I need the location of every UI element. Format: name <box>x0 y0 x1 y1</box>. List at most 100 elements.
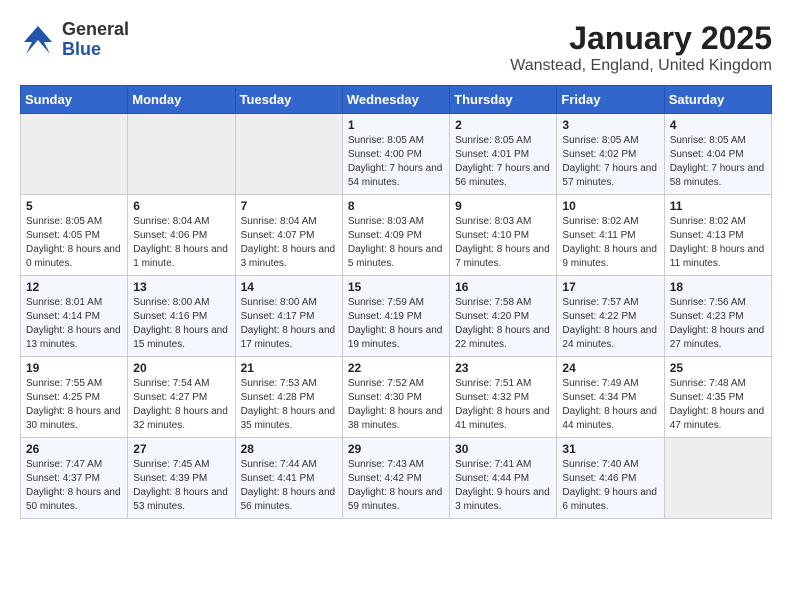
day-number: 23 <box>455 361 551 375</box>
day-number: 27 <box>133 442 229 456</box>
day-info: Sunrise: 8:05 AMSunset: 4:00 PMDaylight:… <box>348 135 443 188</box>
day-number: 3 <box>562 118 658 132</box>
day-cell: 16 Sunrise: 7:58 AMSunset: 4:20 PMDayligh… <box>450 276 557 357</box>
calendar-subtitle: Wanstead, England, United Kingdom <box>510 57 772 75</box>
week-row-4: 19 Sunrise: 7:55 AMSunset: 4:25 PMDayligh… <box>21 357 772 438</box>
week-row-2: 5 Sunrise: 8:05 AMSunset: 4:05 PMDaylight… <box>21 195 772 276</box>
day-info: Sunrise: 8:02 AMSunset: 4:11 PMDaylight:… <box>562 216 657 269</box>
logo: General Blue <box>20 20 129 60</box>
day-number: 14 <box>241 280 337 294</box>
col-header-thursday: Thursday <box>450 86 557 114</box>
day-number: 4 <box>670 118 766 132</box>
day-cell: 15 Sunrise: 7:59 AMSunset: 4:19 PMDayligh… <box>342 276 449 357</box>
day-info: Sunrise: 8:03 AMSunset: 4:10 PMDaylight:… <box>455 216 550 269</box>
day-info: Sunrise: 7:59 AMSunset: 4:19 PMDaylight:… <box>348 297 443 350</box>
day-info: Sunrise: 7:54 AMSunset: 4:27 PMDaylight:… <box>133 378 228 431</box>
col-header-monday: Monday <box>128 86 235 114</box>
day-cell <box>664 438 771 519</box>
day-info: Sunrise: 8:05 AMSunset: 4:02 PMDaylight:… <box>562 135 657 188</box>
day-cell: 11Sunrise: 8:02 AMSunset: 4:13 PMDayligh… <box>664 195 771 276</box>
day-number: 5 <box>26 199 122 213</box>
day-cell: 17 Sunrise: 7:57 AMSunset: 4:22 PMDayligh… <box>557 276 664 357</box>
day-info: Sunrise: 7:57 AMSunset: 4:22 PMDaylight:… <box>562 297 657 350</box>
day-cell: 9 Sunrise: 8:03 AMSunset: 4:10 PMDaylight… <box>450 195 557 276</box>
day-cell: 13 Sunrise: 8:00 AMSunset: 4:16 PMDayligh… <box>128 276 235 357</box>
day-cell: 28Sunrise: 7:44 AMSunset: 4:41 PMDayligh… <box>235 438 342 519</box>
day-number: 9 <box>455 199 551 213</box>
week-row-3: 12 Sunrise: 8:01 AMSunset: 4:14 PMDayligh… <box>21 276 772 357</box>
day-number: 6 <box>133 199 229 213</box>
day-number: 24 <box>562 361 658 375</box>
col-header-tuesday: Tuesday <box>235 86 342 114</box>
day-number: 29 <box>348 442 444 456</box>
day-number: 16 <box>455 280 551 294</box>
col-header-friday: Friday <box>557 86 664 114</box>
col-header-sunday: Sunday <box>21 86 128 114</box>
day-number: 7 <box>241 199 337 213</box>
day-cell <box>235 114 342 195</box>
day-cell: 18 Sunrise: 7:56 AMSunset: 4:23 PMDayligh… <box>664 276 771 357</box>
day-number: 28 <box>241 442 337 456</box>
logo-text: General Blue <box>62 20 129 60</box>
logo-blue-text: Blue <box>62 40 129 60</box>
day-info: Sunrise: 7:41 AMSunset: 4:44 PMDaylight:… <box>455 459 550 512</box>
day-info: Sunrise: 8:04 AMSunset: 4:07 PMDaylight:… <box>241 216 336 269</box>
day-number: 10 <box>562 199 658 213</box>
week-row-5: 26Sunrise: 7:47 AMSunset: 4:37 PMDayligh… <box>21 438 772 519</box>
day-cell: 29 Sunrise: 7:43 AMSunset: 4:42 PMDayligh… <box>342 438 449 519</box>
col-header-wednesday: Wednesday <box>342 86 449 114</box>
day-number: 21 <box>241 361 337 375</box>
day-info: Sunrise: 7:40 AMSunset: 4:46 PMDaylight:… <box>562 459 657 512</box>
day-number: 18 <box>670 280 766 294</box>
day-cell: 7 Sunrise: 8:04 AMSunset: 4:07 PMDaylight… <box>235 195 342 276</box>
day-cell: 24Sunrise: 7:49 AMSunset: 4:34 PMDayligh… <box>557 357 664 438</box>
day-info: Sunrise: 7:45 AMSunset: 4:39 PMDaylight:… <box>133 459 228 512</box>
day-cell: 22 Sunrise: 7:52 AMSunset: 4:30 PMDayligh… <box>342 357 449 438</box>
calendar-header-row: SundayMondayTuesdayWednesdayThursdayFrid… <box>21 86 772 114</box>
day-number: 31 <box>562 442 658 456</box>
day-number: 8 <box>348 199 444 213</box>
header: General Blue January 2025 Wanstead, Engl… <box>20 20 772 75</box>
day-cell: 4 Sunrise: 8:05 AMSunset: 4:04 PMDaylight… <box>664 114 771 195</box>
day-number: 13 <box>133 280 229 294</box>
logo-icon <box>20 22 56 58</box>
day-cell: 2Sunrise: 8:05 AMSunset: 4:01 PMDaylight… <box>450 114 557 195</box>
day-cell: 14 Sunrise: 8:00 AMSunset: 4:17 PMDayligh… <box>235 276 342 357</box>
day-number: 19 <box>26 361 122 375</box>
title-section: January 2025 Wanstead, England, United K… <box>510 20 772 75</box>
day-cell: 12 Sunrise: 8:01 AMSunset: 4:14 PMDayligh… <box>21 276 128 357</box>
day-info: Sunrise: 7:53 AMSunset: 4:28 PMDaylight:… <box>241 378 336 431</box>
day-info: Sunrise: 8:00 AMSunset: 4:17 PMDaylight:… <box>241 297 336 350</box>
day-info: Sunrise: 7:52 AMSunset: 4:30 PMDaylight:… <box>348 378 443 431</box>
day-number: 17 <box>562 280 658 294</box>
day-info: Sunrise: 7:47 AMSunset: 4:37 PMDaylight:… <box>26 459 121 512</box>
day-info: Sunrise: 8:00 AMSunset: 4:16 PMDaylight:… <box>133 297 228 350</box>
col-header-saturday: Saturday <box>664 86 771 114</box>
day-cell: 19 Sunrise: 7:55 AMSunset: 4:25 PMDayligh… <box>21 357 128 438</box>
day-info: Sunrise: 8:02 AMSunset: 4:13 PMDaylight:… <box>670 216 765 269</box>
day-info: Sunrise: 8:05 AMSunset: 4:05 PMDaylight:… <box>26 216 121 269</box>
day-info: Sunrise: 8:05 AMSunset: 4:04 PMDaylight:… <box>670 135 765 188</box>
day-cell: 6 Sunrise: 8:04 AMSunset: 4:06 PMDaylight… <box>128 195 235 276</box>
day-info: Sunrise: 8:05 AMSunset: 4:01 PMDaylight:… <box>455 135 550 188</box>
day-info: Sunrise: 7:55 AMSunset: 4:25 PMDaylight:… <box>26 378 121 431</box>
day-info: Sunrise: 7:51 AMSunset: 4:32 PMDaylight:… <box>455 378 550 431</box>
day-cell: 10 Sunrise: 8:02 AMSunset: 4:11 PMDayligh… <box>557 195 664 276</box>
day-cell: 27 Sunrise: 7:45 AMSunset: 4:39 PMDayligh… <box>128 438 235 519</box>
day-number: 22 <box>348 361 444 375</box>
day-cell: 26Sunrise: 7:47 AMSunset: 4:37 PMDayligh… <box>21 438 128 519</box>
day-info: Sunrise: 8:01 AMSunset: 4:14 PMDaylight:… <box>26 297 121 350</box>
day-cell: 5 Sunrise: 8:05 AMSunset: 4:05 PMDaylight… <box>21 195 128 276</box>
day-number: 12 <box>26 280 122 294</box>
day-cell: 1Sunrise: 8:05 AMSunset: 4:00 PMDaylight… <box>342 114 449 195</box>
day-info: Sunrise: 7:56 AMSunset: 4:23 PMDaylight:… <box>670 297 765 350</box>
day-cell: 8Sunrise: 8:03 AMSunset: 4:09 PMDaylight… <box>342 195 449 276</box>
day-cell: 3 Sunrise: 8:05 AMSunset: 4:02 PMDaylight… <box>557 114 664 195</box>
day-cell: 25Sunrise: 7:48 AMSunset: 4:35 PMDayligh… <box>664 357 771 438</box>
day-info: Sunrise: 8:04 AMSunset: 4:06 PMDaylight:… <box>133 216 228 269</box>
calendar-table: SundayMondayTuesdayWednesdayThursdayFrid… <box>20 85 772 519</box>
day-info: Sunrise: 7:43 AMSunset: 4:42 PMDaylight:… <box>348 459 443 512</box>
day-cell: 20Sunrise: 7:54 AMSunset: 4:27 PMDayligh… <box>128 357 235 438</box>
day-number: 15 <box>348 280 444 294</box>
day-info: Sunrise: 7:58 AMSunset: 4:20 PMDaylight:… <box>455 297 550 350</box>
